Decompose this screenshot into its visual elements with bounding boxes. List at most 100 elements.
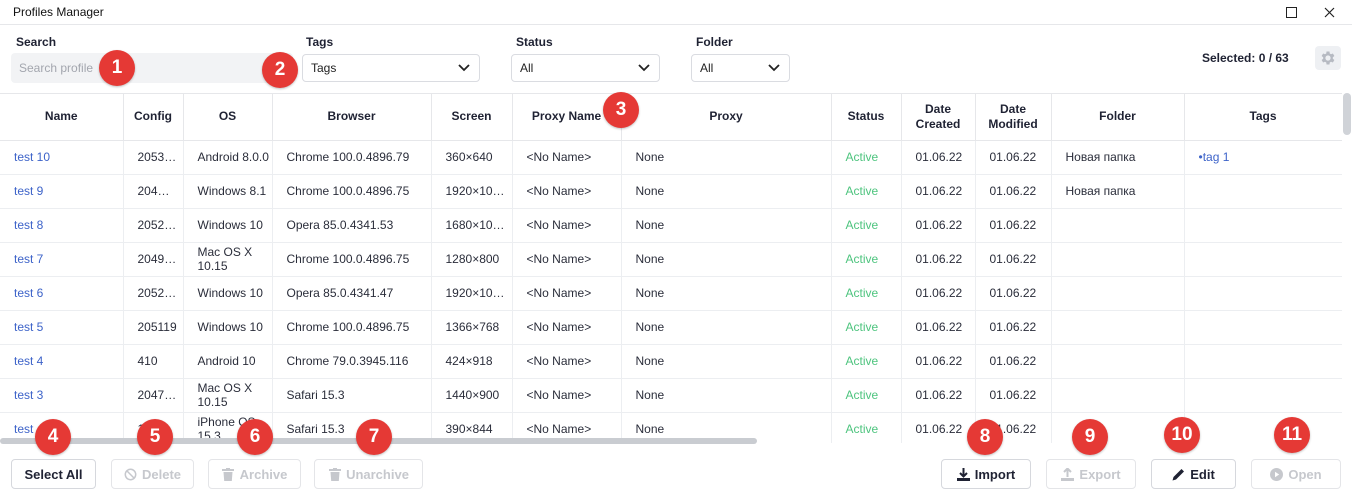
table-row[interactable]: test 6 2052… Windows 10 Opera 85.0.4341.47 1… (0, 276, 1342, 311)
table-row[interactable]: test 4 410 Android 10 Chrome 79.0.3945.116 4… (0, 344, 1342, 379)
chevron-down-icon (457, 61, 471, 75)
cell-os: Android 10 (183, 344, 273, 379)
close-button[interactable] (1318, 2, 1340, 22)
chevron-down-icon (637, 61, 651, 75)
column-header-date-created[interactable]: Date Created (901, 94, 976, 141)
cell-screen: 424×918 (431, 344, 513, 379)
export-button[interactable]: Export (1046, 459, 1136, 489)
cell-os: Windows 10 (183, 208, 273, 243)
column-header-proxy[interactable]: Proxy (621, 94, 832, 141)
cell-config: 2049… (123, 242, 184, 277)
cell-browser: Chrome 100.0.4896.75 (272, 174, 432, 209)
cell-date-modified: 01.06.22 (975, 174, 1052, 209)
delete-button[interactable]: Delete (111, 459, 194, 489)
status-label: Status (516, 35, 553, 49)
cell-proxy-name: <No Name> (512, 208, 622, 243)
cell-proxy: None (621, 174, 832, 209)
unarchive-label: Unarchive (346, 466, 409, 482)
column-header-browser[interactable]: Browser (272, 94, 432, 141)
table-row[interactable]: test 7 2049… Mac OS X 10.15 Chrome 100.0.48… (0, 242, 1342, 277)
vertical-scrollbar-thumb[interactable] (1343, 93, 1351, 135)
cell-status: Active (831, 276, 902, 311)
upload-icon (1061, 467, 1075, 481)
annotation-badge-9: 9 (1072, 419, 1108, 455)
cell-browser: Opera 85.0.4341.47 (272, 276, 432, 311)
cell-proxy: None (621, 242, 832, 277)
edit-label: Edit (1190, 466, 1215, 482)
cell-config: 2053… (123, 140, 184, 175)
cell-name[interactable]: test 3 (0, 378, 124, 413)
column-header-status[interactable]: Status (831, 94, 902, 141)
column-header-os[interactable]: OS (183, 94, 273, 141)
column-header-tags[interactable]: Tags (1184, 94, 1342, 141)
cell-os: Windows 8.1 (183, 174, 273, 209)
play-icon (1270, 467, 1284, 481)
square-icon (1285, 6, 1297, 18)
cell-name[interactable]: test 8 (0, 208, 124, 243)
annotation-badge-3: 3 (603, 92, 639, 128)
folder-select[interactable]: All (691, 54, 790, 82)
search-input[interactable] (11, 53, 293, 83)
table-header-row: Name Config OS Browser Screen Proxy Name… (0, 94, 1342, 141)
unarchive-button[interactable]: Unarchive (314, 459, 423, 489)
table-row[interactable]: test 9 204… Windows 8.1 Chrome 100.0.4896.7… (0, 174, 1342, 209)
tags-select-value: Tags (311, 61, 337, 75)
cell-date-created: 01.06.22 (901, 208, 976, 243)
cell-screen: 1920×10… (431, 276, 513, 311)
column-header-date-modified[interactable]: Date Modified (975, 94, 1052, 141)
cell-name[interactable]: test 10 (0, 140, 124, 175)
table-row[interactable]: test 5 205119 Windows 10 Chrome 100.0.4896.… (0, 310, 1342, 345)
cell-proxy-name: <No Name> (512, 276, 622, 311)
cell-date-modified: 01.06.22 (975, 344, 1052, 379)
annotation-badge-8: 8 (967, 419, 1003, 455)
annotation-badge-11: 11 (1274, 417, 1310, 453)
column-header-screen[interactable]: Screen (431, 94, 513, 141)
window-title: Profiles Manager (13, 5, 104, 19)
cell-folder (1051, 276, 1185, 311)
cell-browser: Chrome 100.0.4896.75 (272, 242, 432, 277)
cell-screen: 1440×900 (431, 378, 513, 413)
table-row[interactable]: test 10 2053… Android 8.0.0 Chrome 100.0.48… (0, 140, 1342, 175)
cell-folder (1051, 378, 1185, 413)
import-button[interactable]: Import (941, 459, 1031, 489)
cell-date-modified: 01.06.22 (975, 208, 1052, 243)
profiles-table: Name Config OS Browser Screen Proxy Name… (0, 93, 1342, 443)
select-all-button[interactable]: Select All (11, 459, 96, 489)
cell-browser: Opera 85.0.4341.53 (272, 208, 432, 243)
cell-status: Active (831, 378, 902, 413)
table-row[interactable]: test 8 2052… Windows 10 Opera 85.0.4341.53 1… (0, 208, 1342, 243)
cell-proxy: None (621, 140, 832, 175)
folder-select-value: All (700, 61, 714, 75)
cell-config: 2052… (123, 208, 184, 243)
archive-button[interactable]: Archive (208, 459, 301, 489)
tags-select[interactable]: Tags (302, 54, 480, 82)
cell-os: Windows 10 (183, 310, 273, 345)
annotation-badge-5: 5 (137, 419, 173, 455)
column-header-config[interactable]: Config (123, 94, 184, 141)
vertical-scrollbar[interactable] (1342, 93, 1352, 443)
maximize-button[interactable] (1280, 2, 1302, 22)
cell-screen: 360×640 (431, 140, 513, 175)
delete-label: Delete (141, 466, 182, 482)
cell-name[interactable]: test 5 (0, 310, 124, 345)
status-select-value: All (520, 61, 534, 75)
cell-name[interactable]: test 4 (0, 344, 124, 379)
settings-button[interactable] (1315, 46, 1341, 70)
edit-button[interactable]: Edit (1151, 459, 1236, 489)
cell-name[interactable]: test 6 (0, 276, 124, 311)
column-header-name[interactable]: Name (0, 94, 124, 141)
cell-status: Active (831, 208, 902, 243)
cell-proxy: None (621, 344, 832, 379)
cell-proxy: None (621, 378, 832, 413)
cell-name[interactable]: test 7 (0, 242, 124, 277)
table-row[interactable]: test 3 2047… Mac OS X 10.15 Safari 15.3 1440… (0, 378, 1342, 413)
cell-name[interactable]: test 9 (0, 174, 124, 209)
open-button[interactable]: Open (1251, 459, 1341, 489)
cell-proxy-name: <No Name> (512, 310, 622, 345)
cell-date-modified: 01.06.22 (975, 276, 1052, 311)
status-select[interactable]: All (511, 54, 660, 82)
archive-label: Archive (239, 466, 288, 482)
cell-date-created: 01.06.22 (901, 310, 976, 345)
column-header-folder[interactable]: Folder (1051, 94, 1185, 141)
cell-config: 410 (123, 344, 184, 379)
